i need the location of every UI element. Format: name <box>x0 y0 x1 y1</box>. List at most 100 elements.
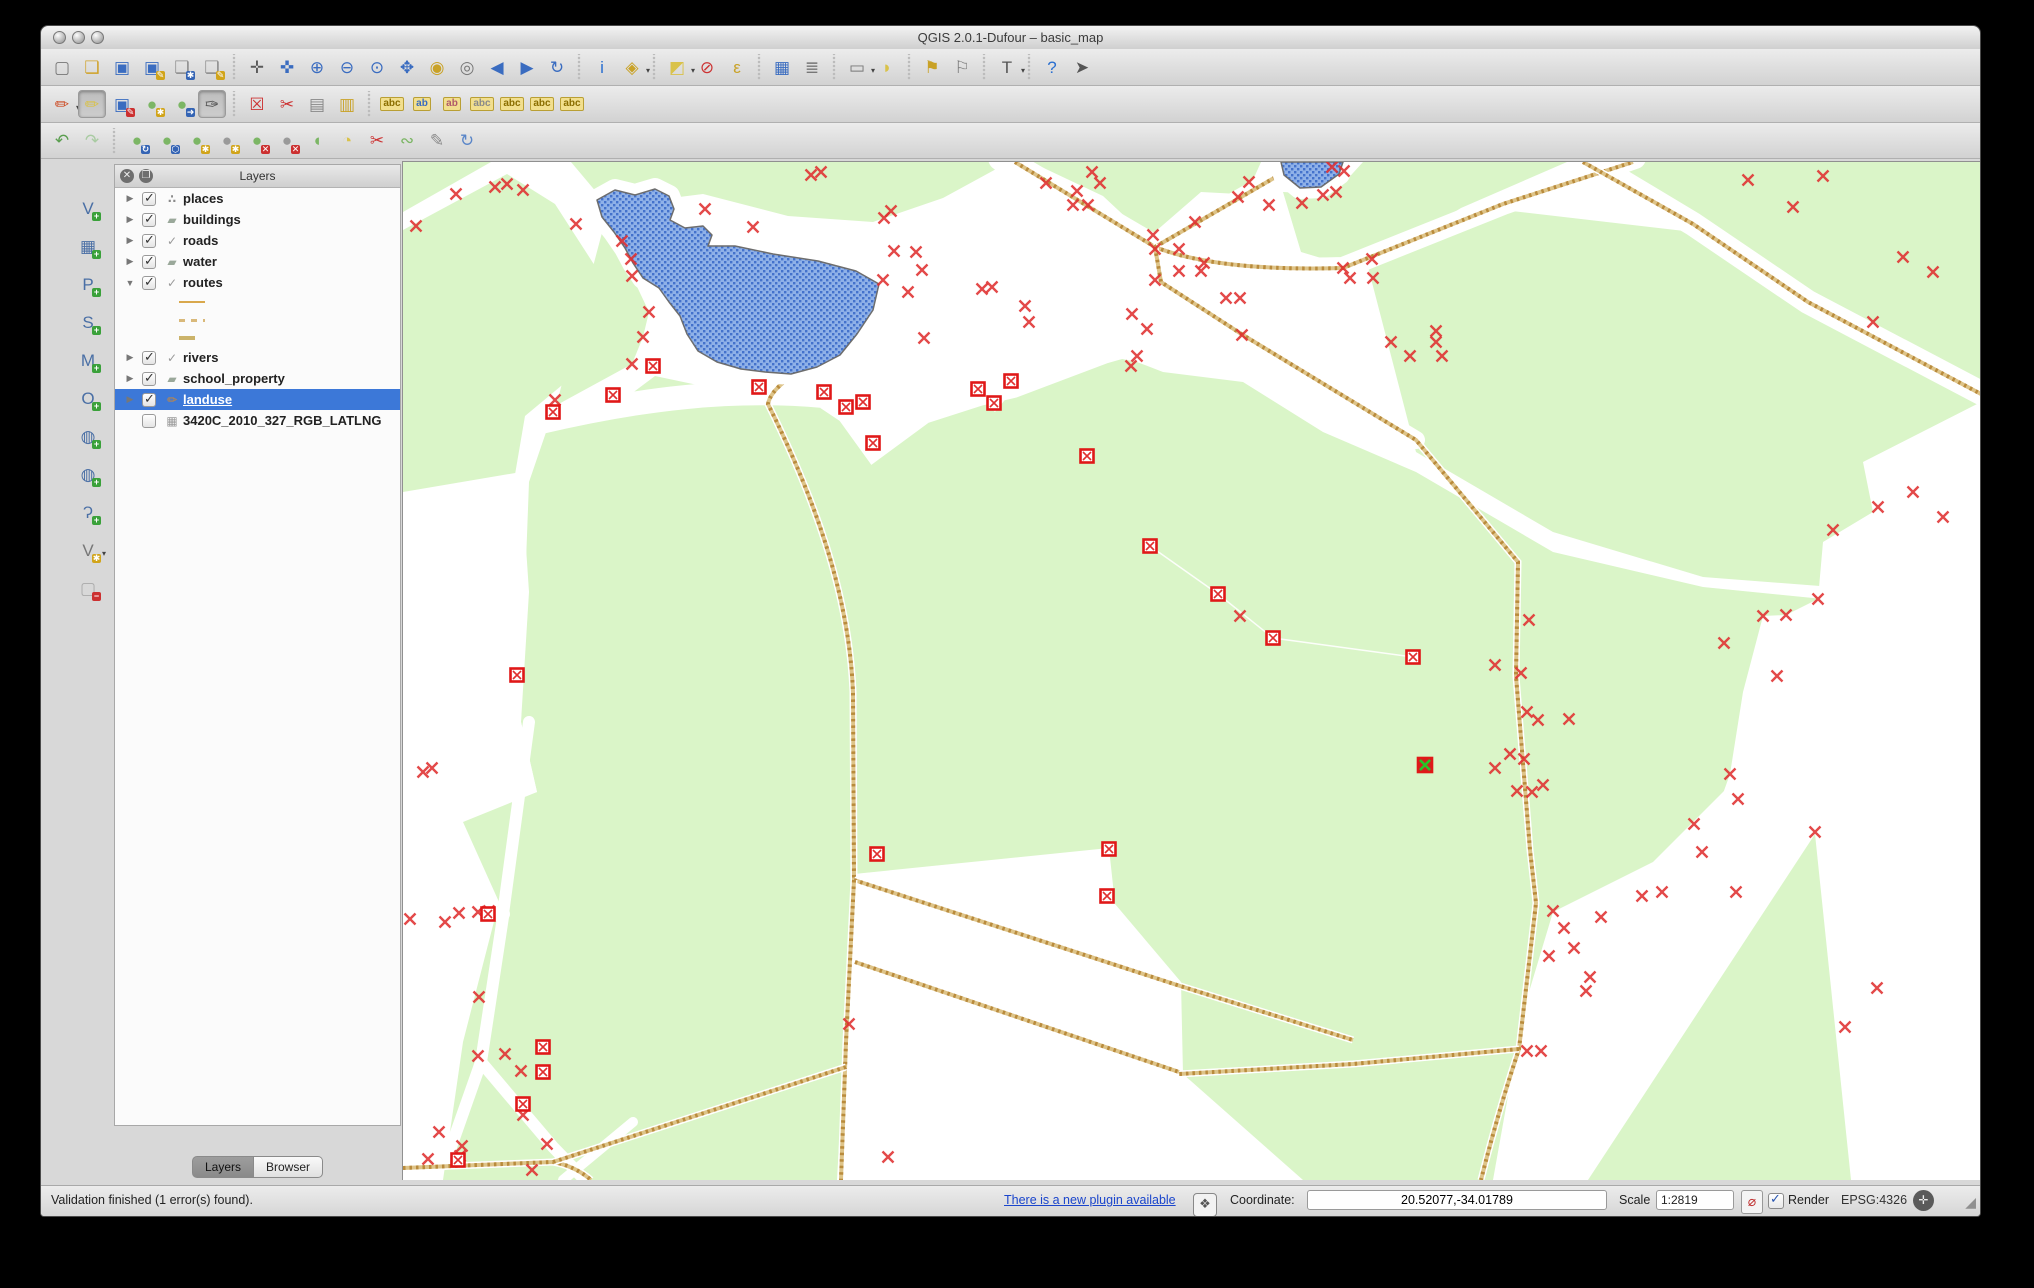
coordinate-input[interactable] <box>1307 1190 1607 1210</box>
offset-curve-icon[interactable]: ◔ <box>333 127 361 155</box>
merge-features-icon[interactable]: ∾ <box>393 127 421 155</box>
layer-visibility-checkbox[interactable] <box>142 414 156 428</box>
expand-arrow-icon[interactable]: ▶ <box>123 394 137 405</box>
open-attribute-table-icon[interactable]: ▦ <box>768 53 796 81</box>
layer-visibility-checkbox[interactable] <box>142 213 156 227</box>
panel-close-icon[interactable]: ✕ <box>120 169 134 183</box>
layer-row-3420C_2010_327_RGB_LATLNG[interactable]: ▦3420C_2010_327_RGB_LATLNG <box>115 410 400 431</box>
identify-features-icon[interactable]: i <box>588 53 616 81</box>
layer-row-routes[interactable]: ▼✓routes <box>115 272 400 293</box>
layer-visibility-checkbox[interactable] <box>142 393 156 407</box>
run-feature-action-icon[interactable]: ◈▾ <box>618 53 646 81</box>
zoom-native-icon[interactable]: ⊙ <box>363 53 391 81</box>
add-feature-icon[interactable]: ●✱ <box>138 90 166 118</box>
symbology-row-dashes[interactable] <box>115 311 400 329</box>
add-postgis-layer-icon[interactable]: P+ <box>74 270 102 298</box>
magnifier-lock-icon[interactable]: ⌀ <box>1741 1190 1763 1214</box>
expand-arrow-icon[interactable]: ▶ <box>123 214 137 225</box>
panel-float-icon[interactable]: ❐ <box>139 169 153 183</box>
delete-part-icon[interactable]: ●✕ <box>273 127 301 155</box>
node-tool-icon[interactable]: ✑ <box>198 90 226 118</box>
field-calculator-icon[interactable]: ≣ <box>798 53 826 81</box>
layer-visibility-checkbox[interactable] <box>142 276 156 290</box>
label-move-icon[interactable]: abc <box>498 90 526 118</box>
copy-features-icon[interactable]: ▤ <box>303 90 331 118</box>
deselect-features-icon[interactable]: ⊘ <box>693 53 721 81</box>
add-part-icon[interactable]: ●✱ <box>213 127 241 155</box>
select-by-expression-icon[interactable]: ε <box>723 53 751 81</box>
measure-line-icon[interactable]: ▭▾ <box>843 53 871 81</box>
save-project-icon[interactable]: ▣ <box>108 53 136 81</box>
zoom-to-layer-icon[interactable]: ◎ <box>453 53 481 81</box>
layer-row-water[interactable]: ▶▰water <box>115 251 400 272</box>
label-properties-icon[interactable]: abc <box>558 90 586 118</box>
toggle-editing-icon[interactable]: ✏ <box>78 90 106 118</box>
help-contents-icon[interactable]: ? <box>1038 53 1066 81</box>
add-wms-layer-icon[interactable]: ◍+ <box>74 422 102 450</box>
delete-selected-icon[interactable]: ☒ <box>243 90 271 118</box>
new-project-icon[interactable]: ▢ <box>48 53 76 81</box>
add-wcs-layer-icon[interactable]: ◍+ <box>74 460 102 488</box>
crs-projection-icon[interactable]: ✛ <box>1913 1190 1934 1211</box>
layer-visibility-checkbox[interactable] <box>142 192 156 206</box>
new-bookmark-icon[interactable]: ⚑ <box>918 53 946 81</box>
pan-to-selection-icon[interactable]: ✜ <box>273 53 301 81</box>
simplify-feature-icon[interactable]: ●⬡ <box>153 127 181 155</box>
cut-features-icon[interactable]: ✂ <box>273 90 301 118</box>
dock-tab-layers[interactable]: Layers <box>192 1156 254 1178</box>
layer-row-school_property[interactable]: ▶▰school_property <box>115 368 400 389</box>
add-spatialite-layer-icon[interactable]: S+ <box>74 308 102 336</box>
resize-grip[interactable]: ◢ <box>1965 1194 1976 1211</box>
map-canvas[interactable] <box>402 161 1980 1180</box>
pan-map-icon[interactable]: ✛ <box>243 53 271 81</box>
current-edits-icon[interactable]: ✏▾ <box>48 90 76 118</box>
layer-visibility-checkbox[interactable] <box>142 372 156 386</box>
zoom-next-icon[interactable]: ▶ <box>513 53 541 81</box>
label-rotate-icon[interactable]: abc <box>528 90 556 118</box>
add-ring-icon[interactable]: ●✱ <box>183 127 211 155</box>
dock-tab-browser[interactable]: Browser <box>254 1156 323 1178</box>
layer-row-landuse[interactable]: ▶✏landuse <box>115 389 400 410</box>
zoom-last-icon[interactable]: ◀ <box>483 53 511 81</box>
whats-this-icon[interactable]: ➤ <box>1068 53 1096 81</box>
zoom-out-icon[interactable]: ⊖ <box>333 53 361 81</box>
zoom-full-icon[interactable]: ✥ <box>393 53 421 81</box>
map-tips-icon[interactable]: ◗ <box>873 53 901 81</box>
new-shapefile-layer-icon[interactable]: V✱▾ <box>74 536 102 564</box>
zoom-to-selection-icon[interactable]: ◉ <box>423 53 451 81</box>
add-vector-layer-icon[interactable]: V+ <box>74 194 102 222</box>
layer-visibility-checkbox[interactable] <box>142 255 156 269</box>
symbology-row-solid[interactable] <box>115 293 400 311</box>
rotate-feature-icon[interactable]: ●↻ <box>123 127 151 155</box>
new-plugin-link[interactable]: There is a new plugin available <box>1004 1193 1176 1207</box>
move-feature-icon[interactable]: ●➜ <box>168 90 196 118</box>
new-print-composer-icon[interactable]: ❏✱ <box>168 53 196 81</box>
label-pin-icon[interactable]: ab <box>408 90 436 118</box>
add-oracle-layer-icon[interactable]: O+ <box>74 384 102 412</box>
expand-arrow-icon[interactable]: ▶ <box>123 373 137 384</box>
paste-features-icon[interactable]: ▥ <box>333 90 361 118</box>
refresh-map-icon[interactable]: ↻ <box>543 53 571 81</box>
plugin-manager-icon[interactable]: ❖ <box>1193 1193 1217 1217</box>
title-bar[interactable]: QGIS 2.0.1-Dufour – basic_map <box>41 26 1980 50</box>
layer-visibility-checkbox[interactable] <box>142 234 156 248</box>
labeling-icon[interactable]: abc <box>378 90 406 118</box>
simplify-geometry-icon[interactable]: ↻ <box>453 127 481 155</box>
expand-arrow-icon[interactable]: ▶ <box>123 256 137 267</box>
layer-row-rivers[interactable]: ▶✓rivers <box>115 347 400 368</box>
remove-layer-icon[interactable]: ▢− <box>74 574 102 602</box>
expand-arrow-icon[interactable]: ▶ <box>123 235 137 246</box>
text-annotation-icon[interactable]: T▾ <box>993 53 1021 81</box>
add-raster-layer-icon[interactable]: ▦+ <box>74 232 102 260</box>
label-highlight-pinned-icon[interactable]: ab <box>438 90 466 118</box>
select-features-icon[interactable]: ◩▾ <box>663 53 691 81</box>
undo-icon[interactable]: ↶ <box>48 127 76 155</box>
show-bookmarks-icon[interactable]: ⚐ <box>948 53 976 81</box>
reshape-features-icon[interactable]: ◖ <box>303 127 331 155</box>
redo-icon[interactable]: ↷ <box>78 127 106 155</box>
symbology-row-thickdash[interactable] <box>115 329 400 347</box>
expand-arrow-icon[interactable]: ▶ <box>123 352 137 363</box>
zoom-in-icon[interactable]: ⊕ <box>303 53 331 81</box>
open-project-icon[interactable]: ❏ <box>78 53 106 81</box>
delete-ring-icon[interactable]: ●✕ <box>243 127 271 155</box>
